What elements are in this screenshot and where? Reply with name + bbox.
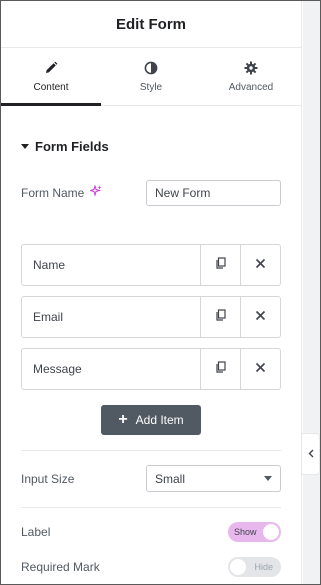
duplicate-button[interactable]: [200, 297, 240, 337]
required-mark-label: Required Mark: [21, 560, 100, 574]
divider: [21, 507, 281, 508]
duplicate-button[interactable]: [200, 349, 240, 389]
panel-title: Edit Form: [116, 15, 186, 33]
divider: [21, 450, 281, 451]
chevron-left-icon: [308, 445, 314, 463]
tab-content[interactable]: Content: [1, 48, 101, 106]
add-item-label: Add Item: [135, 413, 184, 427]
input-size-select[interactable]: Small: [146, 465, 281, 492]
editor-panel: Edit Form Content Style Advanced Form Fi…: [1, 1, 302, 584]
copy-icon: [215, 308, 227, 326]
pencil-icon: [43, 60, 59, 76]
panel-header: Edit Form: [1, 1, 301, 48]
half-circle-icon: [143, 60, 159, 76]
switch-knob: [230, 559, 246, 575]
label-switch-state: Show: [234, 527, 257, 537]
editor-frame: Edit Form Content Style Advanced Form Fi…: [0, 0, 321, 585]
tab-content-label: Content: [33, 82, 69, 93]
sparkle-icon[interactable]: [89, 184, 102, 200]
label-switch[interactable]: Show: [228, 522, 281, 542]
close-icon: [255, 308, 266, 326]
repeater-item-label: Email: [33, 310, 64, 324]
section-title: Form Fields: [35, 139, 109, 154]
required-mark-switch[interactable]: Hide: [228, 557, 281, 577]
remove-button[interactable]: [240, 349, 280, 389]
plus-icon: +: [118, 411, 128, 428]
copy-icon: [215, 360, 227, 378]
required-mark-switch-state: Hide: [254, 562, 273, 572]
form-name-input[interactable]: New Form: [146, 180, 281, 206]
input-size-value: Small: [155, 471, 186, 486]
input-size-label: Input Size: [21, 472, 75, 486]
tab-advanced[interactable]: Advanced: [201, 48, 301, 105]
repeater-item-label: Name: [33, 258, 66, 272]
repeater-item-email[interactable]: Email: [21, 296, 281, 338]
tab-style-label: Style: [139, 82, 163, 93]
label-toggle-label: Label: [21, 525, 51, 539]
gear-icon: [243, 60, 259, 76]
tab-style[interactable]: Style: [101, 48, 201, 105]
switch-knob: [263, 524, 279, 540]
form-name-label-row: Form Name: [21, 184, 102, 200]
remove-button[interactable]: [240, 245, 280, 285]
panel-tabs: Content Style Advanced: [1, 48, 301, 106]
close-icon: [255, 360, 266, 378]
collapse-panel-button[interactable]: [302, 433, 320, 475]
preview-edge: [303, 1, 320, 584]
repeater-item-name[interactable]: Name: [21, 244, 281, 286]
form-name-value: New Form: [155, 186, 211, 200]
tab-advanced-label: Advanced: [228, 82, 274, 93]
repeater-item-message[interactable]: Message: [21, 348, 281, 390]
add-item-button[interactable]: + Add Item: [101, 405, 201, 435]
form-fields-section-toggle[interactable]: Form Fields: [21, 139, 109, 154]
close-icon: [255, 256, 266, 274]
repeater-item-label: Message: [33, 362, 82, 376]
form-name-label: Form Name: [21, 185, 85, 200]
duplicate-button[interactable]: [200, 245, 240, 285]
copy-icon: [215, 256, 227, 274]
remove-button[interactable]: [240, 297, 280, 337]
chevron-down-icon: [264, 476, 272, 481]
caret-down-icon: [21, 144, 29, 149]
